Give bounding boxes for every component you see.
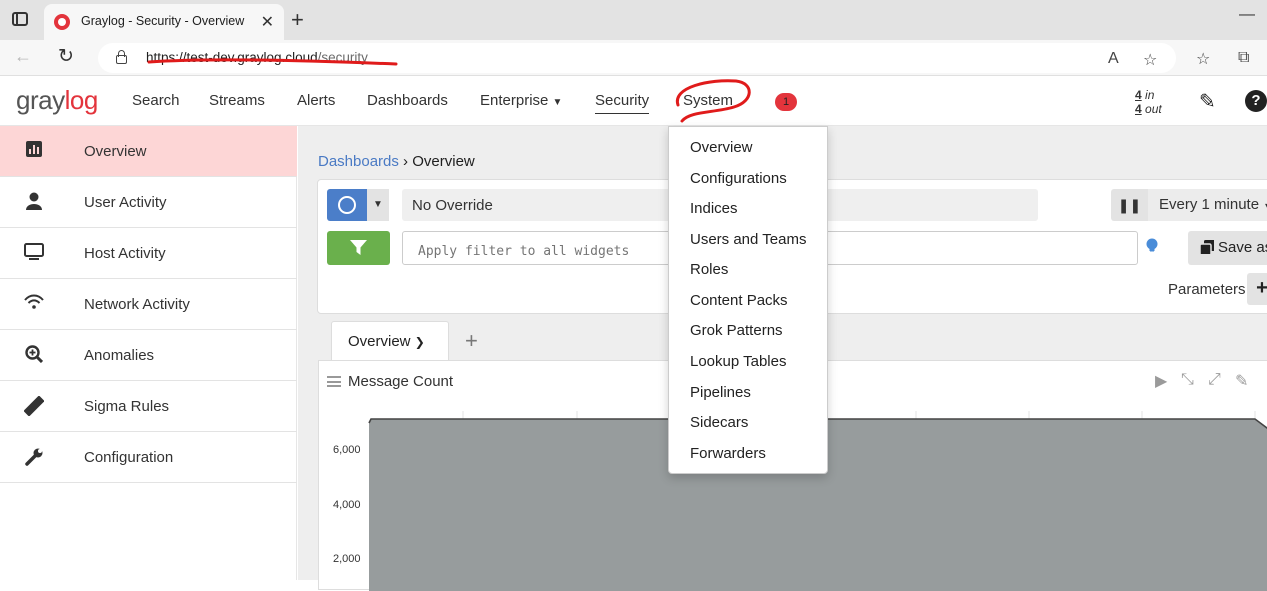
breadcrumb-current: Overview — [412, 153, 475, 170]
help-icon[interactable]: ? — [1245, 90, 1267, 112]
nav-search[interactable]: Search — [132, 92, 180, 109]
nav-security[interactable]: Security — [595, 92, 650, 114]
refresh-icon[interactable]: ↻ — [58, 45, 74, 68]
add-tab-icon[interactable]: + — [465, 328, 478, 354]
filter-button[interactable] — [327, 231, 390, 265]
sidebar-item-host-activity[interactable]: Host Activity — [0, 228, 297, 279]
caret-down-icon: ▼ — [1263, 201, 1267, 211]
shrink-icon[interactable]: ⤡ — [1181, 371, 1194, 389]
read-aloud-icon[interactable]: A — [1108, 50, 1119, 68]
minimize-icon[interactable]: — — [1239, 6, 1255, 24]
sidebar-item-network-activity[interactable]: Network Activity — [0, 279, 297, 330]
add-favorite-icon[interactable]: ☆ — [1143, 50, 1157, 70]
user-icon — [24, 192, 44, 212]
bar-chart-icon — [24, 141, 44, 161]
menu-item-configurations[interactable]: Configurations — [690, 170, 787, 187]
edit-icon[interactable]: ✎ — [1199, 89, 1216, 114]
search-plus-icon — [24, 345, 44, 365]
caret-down-icon: ▼ — [552, 97, 563, 108]
lock-icon[interactable] — [116, 50, 127, 64]
ruler-icon — [23, 395, 45, 417]
monitor-icon — [24, 243, 44, 263]
menu-item-users-and-teams[interactable]: Users and Teams — [690, 231, 806, 248]
expand-icon[interactable]: ⤢ — [1208, 371, 1221, 389]
lightbulb-icon[interactable] — [1146, 238, 1158, 252]
tab-title: Graylog - Security - Overview — [81, 14, 245, 28]
menu-item-lookup-tables[interactable]: Lookup Tables — [690, 353, 786, 370]
menu-item-forwarders[interactable]: Forwarders — [690, 445, 766, 462]
sidebar-item-configuration[interactable]: Configuration — [0, 432, 297, 483]
drag-handle-icon[interactable] — [327, 376, 341, 387]
time-range-button[interactable] — [327, 189, 367, 221]
graylog-favicon-icon — [54, 14, 70, 30]
refresh-interval-select[interactable]: Every 1 minute ▼ — [1148, 189, 1267, 221]
edit-widget-icon[interactable]: ✎ — [1235, 371, 1248, 391]
graylog-logo[interactable]: graylog — [16, 85, 98, 116]
parameters-label: Parameters — [1168, 281, 1246, 298]
sidebar-item-sigma-rules[interactable]: Sigma Rules — [0, 381, 297, 432]
favorites-icon[interactable]: ☆ — [1196, 49, 1210, 69]
menu-item-pipelines[interactable]: Pipelines — [690, 384, 751, 401]
close-tab-icon[interactable]: ✕ — [261, 12, 274, 32]
pause-button[interactable]: ❚❚ — [1111, 189, 1148, 221]
nav-dashboards[interactable]: Dashboards — [367, 92, 448, 109]
menu-item-roles[interactable]: Roles — [690, 261, 728, 278]
breadcrumb-dashboards-link[interactable]: Dashboards — [318, 153, 399, 170]
browser-tab-bar: Graylog - Security - Overview ✕ + — — [0, 0, 1267, 40]
menu-item-indices[interactable]: Indices — [690, 200, 738, 217]
sidebar-item-overview[interactable]: Overview — [0, 126, 297, 177]
menu-item-overview[interactable]: Overview — [690, 139, 753, 156]
y-tick-label: 2,000 — [333, 553, 361, 565]
wifi-icon — [24, 294, 44, 314]
nav-enterprise[interactable]: Enterprise ▼ — [480, 92, 562, 109]
add-parameter-button[interactable]: + — [1247, 273, 1267, 305]
red-underline-annotation — [147, 58, 398, 66]
widget-title: Message Count — [348, 373, 454, 390]
notification-badge[interactable]: 1 — [775, 93, 797, 111]
tab-overview[interactable]: Overview ❯ — [331, 321, 449, 360]
menu-item-sidecars[interactable]: Sidecars — [690, 414, 748, 431]
y-tick-label: 6,000 — [333, 444, 361, 456]
system-menu: Overview Configurations Indices Users an… — [668, 126, 828, 474]
red-circle-annotation — [675, 79, 751, 123]
tab-actions-icon[interactable] — [12, 12, 28, 26]
filter-icon — [350, 240, 367, 255]
back-icon[interactable]: ← — [14, 46, 32, 67]
new-tab-icon[interactable]: + — [291, 7, 304, 33]
throughput-indicator[interactable]: 4 in 4 out — [1135, 88, 1162, 116]
sidebar-item-user-activity[interactable]: User Activity — [0, 177, 297, 228]
app-header: graylog Search Streams Alerts Dashboards… — [0, 76, 1267, 126]
browser-tab[interactable]: Graylog - Security - Overview ✕ — [44, 4, 284, 40]
breadcrumb: Dashboards › Overview — [318, 153, 475, 170]
menu-item-content-packs[interactable]: Content Packs — [690, 292, 788, 309]
y-tick-label: 4,000 — [333, 499, 361, 511]
time-range-caret-icon[interactable]: ▼ — [367, 189, 389, 221]
wrench-icon — [24, 447, 44, 467]
chevron-down-icon: ❯ — [414, 335, 425, 349]
sidebar-item-anomalies[interactable]: Anomalies — [0, 330, 297, 381]
play-icon[interactable]: ▶ — [1155, 371, 1167, 391]
collections-icon[interactable]: ⧉ — [1238, 49, 1249, 67]
nav-alerts[interactable]: Alerts — [297, 92, 335, 109]
copy-icon — [1200, 240, 1214, 254]
sidebar: Overview User Activity Host Activity Net… — [0, 126, 297, 580]
menu-item-grok-patterns[interactable]: Grok Patterns — [690, 322, 783, 339]
nav-streams[interactable]: Streams — [209, 92, 265, 109]
